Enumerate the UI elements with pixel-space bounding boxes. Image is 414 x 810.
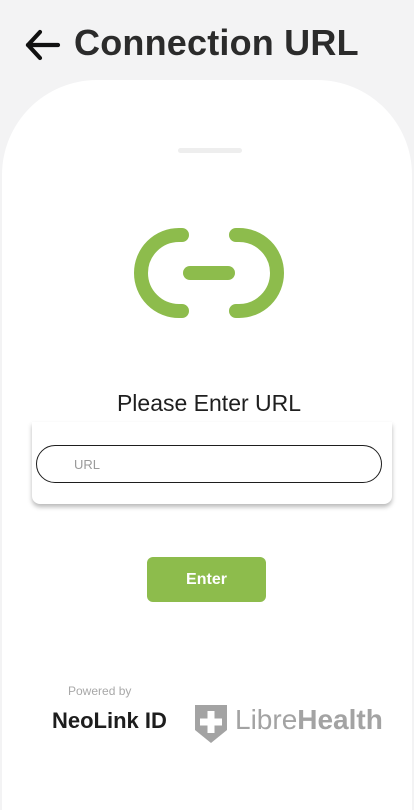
drag-handle[interactable] bbox=[178, 148, 242, 153]
link-icon bbox=[134, 228, 284, 318]
enter-button[interactable]: Enter bbox=[147, 557, 266, 602]
url-prompt: Please Enter URL bbox=[116, 390, 302, 416]
librehealth-logo: LibreHealth bbox=[194, 704, 389, 746]
url-input[interactable] bbox=[36, 445, 382, 483]
back-button[interactable] bbox=[24, 28, 64, 62]
shield-plus-icon bbox=[195, 705, 227, 743]
neolink-logo: NeoLink ID bbox=[52, 708, 167, 733]
app-header: Connection URL bbox=[0, 0, 414, 90]
powered-by-label: Powered by bbox=[68, 684, 132, 698]
librehealth-bold-text: Health bbox=[297, 704, 383, 735]
librehealth-wordmark: LibreHealth bbox=[235, 704, 383, 736]
librehealth-light-text: Libre bbox=[235, 704, 298, 735]
arrow-left-icon bbox=[25, 29, 61, 61]
page-title: Connection URL bbox=[74, 22, 359, 63]
